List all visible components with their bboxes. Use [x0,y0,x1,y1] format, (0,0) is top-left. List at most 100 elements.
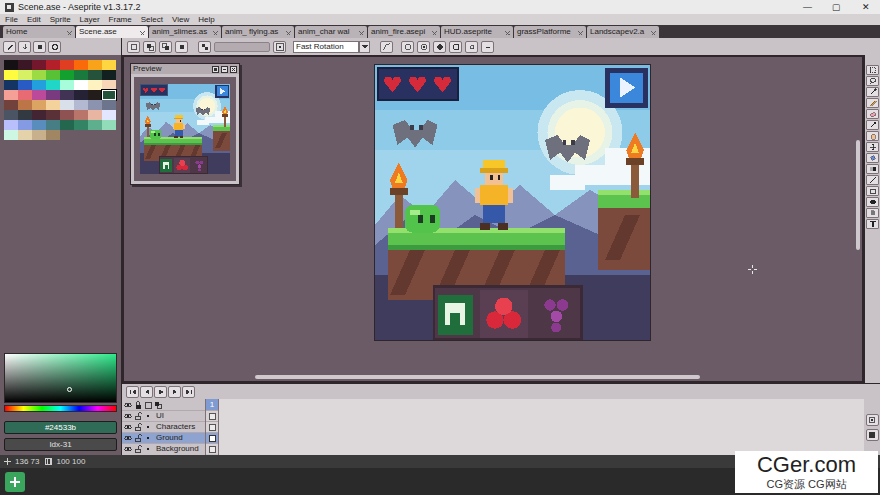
tool-button[interactable] [866,208,879,218]
hex-field[interactable]: #24533b [4,421,117,434]
palette-swatch[interactable] [102,120,116,130]
color-picker[interactable] [4,353,117,403]
tab-label[interactable]: grassPlatforme [517,28,575,36]
tab-label[interactable]: anim_ flying.as [225,28,283,36]
menu-item[interactable]: Layer [80,16,100,24]
layer-row[interactable]: Ground [122,432,205,443]
tool-button[interactable] [866,109,879,119]
tab-label[interactable]: Home [6,28,64,36]
sprite-editor[interactable]: Preview [122,55,864,383]
timeline-options-button[interactable] [866,429,879,441]
palette-swatch[interactable] [102,60,116,70]
eye-open-icon[interactable] [124,445,132,453]
palette-swatch[interactable] [4,60,18,70]
palette-swatch[interactable] [74,80,88,90]
palette-swatch[interactable] [4,90,18,100]
tab-label[interactable]: anim_char wal [298,28,356,36]
palette-sort-button[interactable] [18,41,31,53]
dropdown-arrow-button[interactable] [359,41,370,53]
palette-swatch[interactable] [4,100,18,110]
palette-swatch[interactable] [74,60,88,70]
menu-item[interactable]: Help [198,16,214,24]
index-field[interactable]: Idx-31 [4,438,117,451]
palette-swatch[interactable] [4,80,18,90]
continuous-icon[interactable] [144,423,152,431]
selection-intersect-button[interactable] [175,41,188,53]
palette-swatch[interactable] [18,90,32,100]
palette-swatch[interactable] [74,100,88,110]
preview-mode-icon[interactable] [212,66,219,73]
selection-add-button[interactable] [143,41,156,53]
lock-open-icon[interactable] [134,423,142,431]
layer-name[interactable]: UI [156,412,164,420]
palette-swatch[interactable] [102,80,116,90]
palette-swatch[interactable] [32,110,46,120]
palette-swatch[interactable] [32,130,46,140]
palette-swatch[interactable] [88,60,102,70]
palette-swatch[interactable] [74,120,88,130]
vertical-scrollbar[interactable] [856,140,860,250]
pixel-perfect-button[interactable] [380,41,393,53]
tool-button[interactable] [866,153,879,163]
palette-swatch[interactable] [60,100,74,110]
palette-swatch[interactable] [74,90,88,100]
palette-swatch[interactable] [60,60,74,70]
tab-label[interactable]: Landscapev2.a [590,28,648,36]
menu-item[interactable]: File [5,16,18,24]
eye-open-icon[interactable] [124,434,132,442]
tool-button[interactable] [866,98,879,108]
close-icon[interactable] [213,30,218,35]
auto-select-button[interactable] [417,41,430,53]
preview-window[interactable]: Preview [130,63,240,185]
palette-swatch[interactable] [18,120,32,130]
tab-label[interactable]: HUD.aseprite [444,28,502,36]
palette-swatch[interactable] [18,80,32,90]
layer-name[interactable]: Ground [156,434,183,442]
palette-swatch[interactable] [18,130,32,140]
new-button[interactable] [5,472,25,492]
menu-item[interactable]: Select [141,16,163,24]
selection-replace-button[interactable] [127,41,140,53]
cel[interactable] [206,443,218,454]
palette-swatch[interactable] [102,110,116,120]
palette-swatch[interactable] [18,100,32,110]
palette-swatch[interactable] [32,100,46,110]
menu-item[interactable]: Frame [109,16,132,24]
palette-swatch[interactable] [18,110,32,120]
palette-swatch[interactable] [32,80,46,90]
layers-icon[interactable] [154,401,162,409]
snap-button[interactable] [433,41,446,53]
close-icon[interactable] [67,30,72,35]
cel[interactable] [206,410,218,421]
palette-swatch[interactable] [74,70,88,80]
tool-button[interactable] [866,65,879,75]
maximize-button[interactable]: ▢ [822,3,851,12]
timeline-zoom-button[interactable] [866,414,879,426]
palette-swatch[interactable] [60,120,74,130]
grid-snap-button[interactable] [465,41,478,53]
previous-frame-button[interactable] [140,386,153,398]
sprite-canvas[interactable] [375,65,650,340]
palette-swatch[interactable] [4,110,18,120]
tool-button[interactable] [866,131,879,141]
tab-label[interactable]: anim_slimes.as [152,28,210,36]
close-icon[interactable] [140,30,145,35]
palette-swatch[interactable] [46,110,60,120]
palette-swatch[interactable] [46,60,60,70]
palette-swatch[interactable] [102,100,116,110]
menu-item[interactable]: Sprite [50,16,71,24]
preview-viewport[interactable] [134,77,236,181]
layer-name[interactable]: Characters [156,423,195,431]
layer-row[interactable]: Characters [122,421,205,432]
close-icon[interactable] [578,30,583,35]
palette-swatch[interactable] [60,90,74,100]
hue-slider[interactable] [4,405,117,412]
draw-mode-button[interactable] [449,41,462,53]
horizontal-scrollbar[interactable] [255,375,700,379]
tab-label[interactable]: anim_fire.asepi [371,28,429,36]
continuous-icon[interactable] [144,445,152,453]
hex-value[interactable]: #24533b [45,424,76,432]
lock-open-icon[interactable] [134,412,142,420]
picker-cursor[interactable] [67,387,72,392]
tab[interactable]: Landscapev2.a [587,26,659,38]
